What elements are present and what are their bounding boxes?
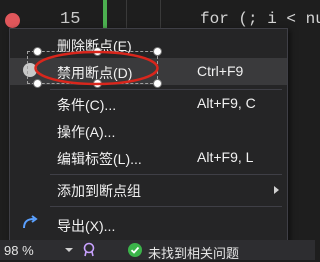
check-circle-icon bbox=[128, 243, 142, 257]
issues-status-text[interactable]: 未找到相关问题 bbox=[148, 243, 239, 262]
zoom-level[interactable]: 98 % bbox=[4, 243, 34, 258]
line-number: 15 bbox=[60, 10, 81, 29]
menu-item-export[interactable]: 导出(X)... bbox=[10, 211, 287, 238]
chevron-down-icon[interactable] bbox=[65, 248, 73, 252]
menu-item-condition[interactable]: 条件(C)... Alt+F9, C bbox=[10, 90, 287, 117]
menu-separator bbox=[50, 174, 282, 175]
highlight-oval bbox=[34, 50, 159, 86]
intellicode-icon[interactable] bbox=[82, 242, 96, 261]
menu-item-label: 操作(A)... bbox=[57, 124, 116, 140]
submenu-arrow-icon bbox=[274, 186, 279, 194]
menu-item-label: 添加到断点组 bbox=[57, 183, 141, 199]
menu-item-actions[interactable]: 操作(A)... bbox=[10, 117, 287, 144]
breakpoint-icon[interactable] bbox=[5, 13, 20, 28]
menu-item-shortcut: Alt+F9, C bbox=[197, 95, 256, 111]
menu-item-add-to-group[interactable]: 添加到断点组 bbox=[10, 176, 287, 203]
menu-item-shortcut: Alt+F9, L bbox=[197, 149, 254, 165]
menu-separator bbox=[50, 206, 282, 207]
export-icon bbox=[22, 215, 40, 236]
menu-item-label: 条件(C)... bbox=[57, 97, 117, 113]
code-line[interactable]: for (; i < nun bbox=[200, 10, 320, 28]
status-bar: 98 % 未找到相关问题 bbox=[0, 240, 315, 262]
menu-item-edit-labels[interactable]: 编辑标签(L)... Alt+F9, L bbox=[10, 144, 287, 171]
menu-item-label: 编辑标签(L)... bbox=[57, 151, 142, 167]
menu-item-label: 导出(X)... bbox=[57, 218, 116, 234]
menu-item-shortcut: Ctrl+F9 bbox=[197, 63, 244, 79]
